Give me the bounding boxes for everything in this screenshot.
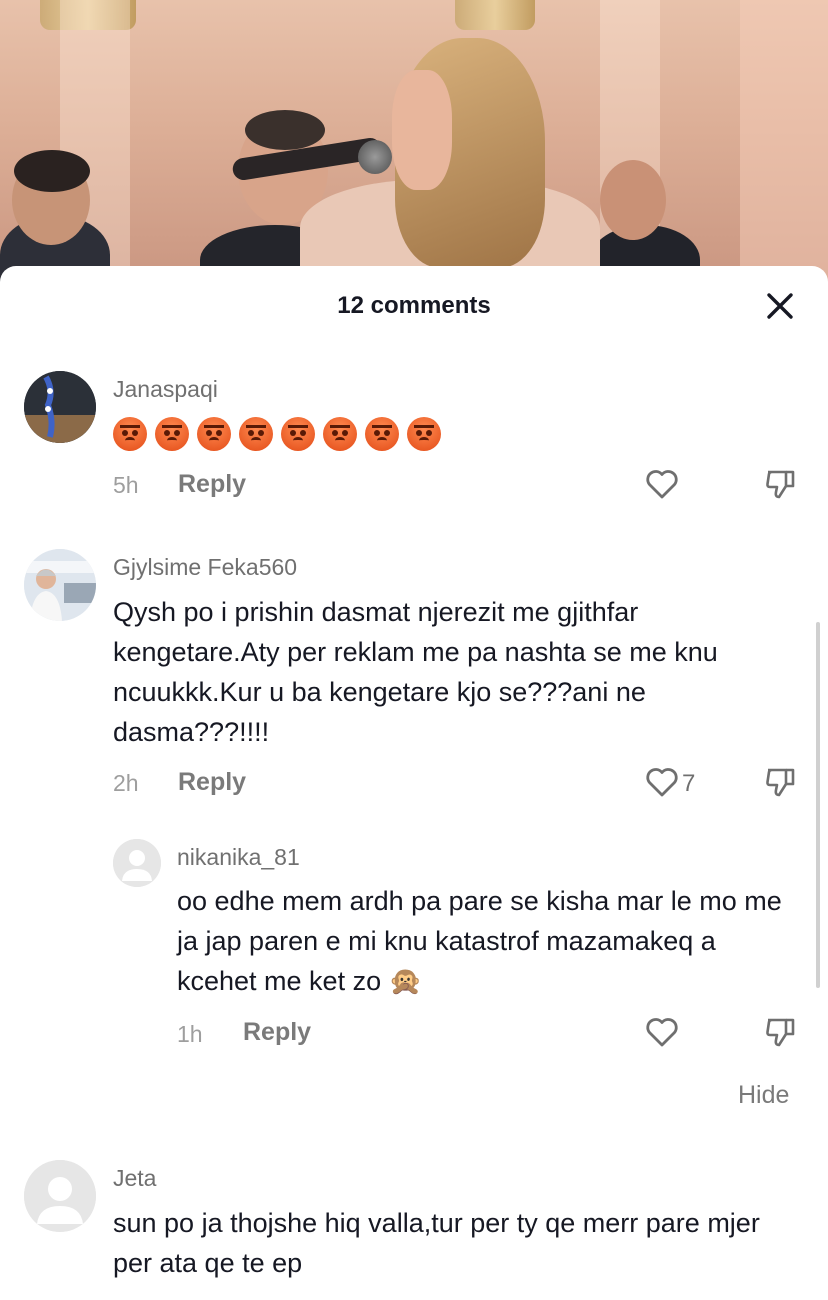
like-button[interactable] xyxy=(645,1016,679,1048)
comment-text: sun po ja thojshe hiq valla,tur per ty q… xyxy=(113,1208,760,1278)
hide-replies-button[interactable]: Hide xyxy=(738,1081,789,1110)
angry-face-emoji xyxy=(239,416,273,451)
heart-outline-icon xyxy=(646,768,678,797)
guest-head xyxy=(600,160,666,240)
angry-face-emoji xyxy=(197,416,231,451)
default-avatar-icon xyxy=(24,1160,96,1232)
avatar-image xyxy=(24,371,96,443)
reply-button[interactable]: Reply xyxy=(178,470,246,499)
scrollbar[interactable] xyxy=(816,622,820,988)
avatar[interactable] xyxy=(113,839,161,887)
heart-outline-icon xyxy=(646,1018,678,1047)
thumbs-down-icon xyxy=(766,1018,795,1047)
comment-timestamp: 2h xyxy=(113,770,139,796)
guest-hair xyxy=(14,150,90,192)
angry-face-emoji xyxy=(113,416,147,451)
default-avatar-icon xyxy=(113,839,161,887)
comment-text: oo edhe mem ardh pa pare se kisha mar le… xyxy=(177,881,797,1001)
dislike-button[interactable] xyxy=(764,468,796,500)
avatar[interactable] xyxy=(24,1160,96,1232)
video-background xyxy=(0,0,828,290)
comment-username[interactable]: Gjylsime Feka560 xyxy=(113,554,297,581)
thumbs-down-icon xyxy=(766,470,795,499)
heart-outline-icon xyxy=(646,470,678,499)
avatar-image xyxy=(24,549,96,621)
comments-count-title: 12 comments xyxy=(337,292,491,319)
ceiling-ornament xyxy=(455,0,535,30)
comment-text: Qysh po i prishin dasmat njerezit me gji… xyxy=(113,597,718,747)
comment-username[interactable]: Jeta xyxy=(113,1165,156,1192)
singer-face xyxy=(392,70,452,190)
avatar[interactable] xyxy=(24,549,96,621)
guest-hair xyxy=(245,110,325,150)
like-button[interactable] xyxy=(645,766,679,798)
wall-pillar xyxy=(740,0,828,290)
close-button[interactable] xyxy=(766,292,794,320)
reply-button[interactable]: Reply xyxy=(243,1018,311,1047)
dislike-button[interactable] xyxy=(764,1016,796,1048)
dislike-button[interactable] xyxy=(764,766,796,798)
reply-button[interactable]: Reply xyxy=(178,768,246,797)
like-button[interactable] xyxy=(645,468,679,500)
comment-username[interactable]: nikanika_81 xyxy=(177,844,300,871)
angry-face-emoji xyxy=(365,416,399,451)
comment-text xyxy=(113,412,449,452)
thumbs-down-icon xyxy=(766,768,795,797)
angry-face-emoji xyxy=(323,416,357,451)
comment-timestamp: 1h xyxy=(177,1021,203,1047)
close-icon xyxy=(767,293,793,319)
angry-face-emoji xyxy=(407,416,441,451)
microphone-head xyxy=(358,140,392,174)
avatar[interactable] xyxy=(24,371,96,443)
reply-text: oo edhe mem ardh pa pare se kisha mar le… xyxy=(177,886,782,996)
angry-face-emoji xyxy=(281,416,315,451)
comments-sheet: 12 comments Janaspaqi 5h Reply Gjylsime … xyxy=(0,266,828,1300)
angry-face-emoji xyxy=(155,416,189,451)
like-count: 7 xyxy=(682,770,696,797)
comment-username[interactable]: Janaspaqi xyxy=(113,376,218,403)
comment-timestamp: 5h xyxy=(113,472,139,498)
